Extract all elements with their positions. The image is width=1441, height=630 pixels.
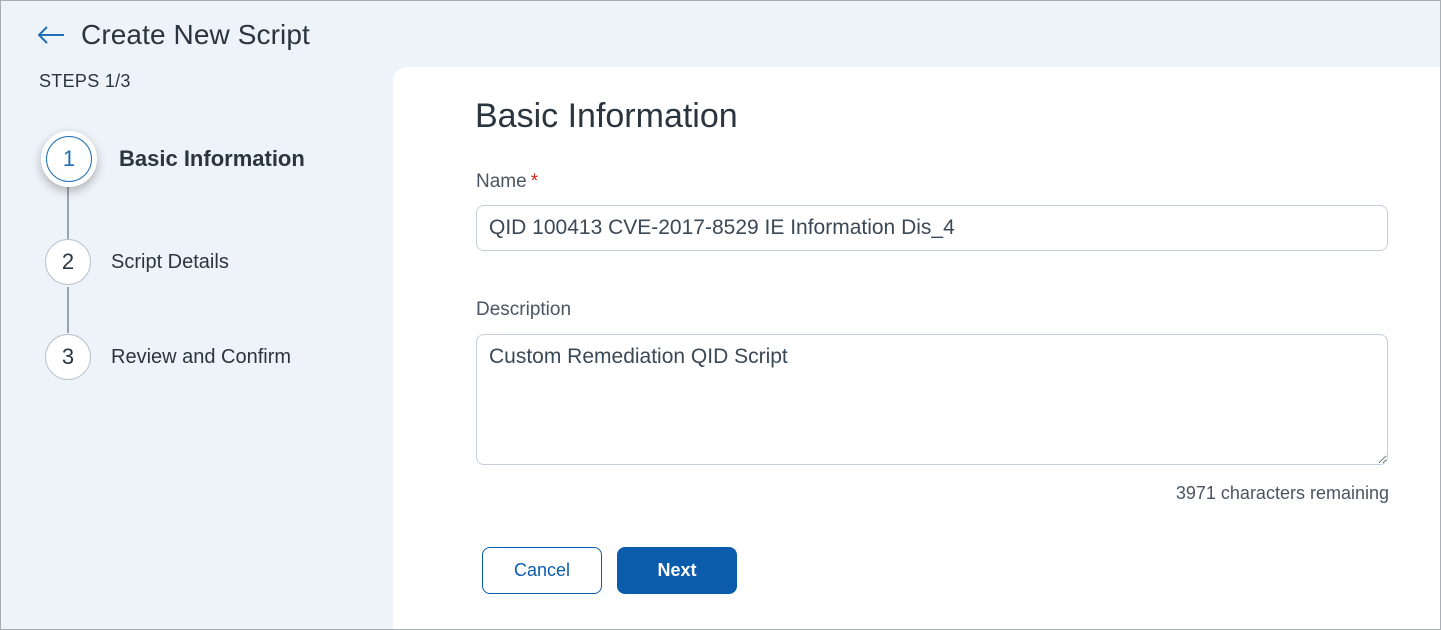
required-marker: * xyxy=(530,171,539,192)
name-input[interactable] xyxy=(476,205,1388,251)
step-script-details[interactable]: 2 Script Details xyxy=(40,239,229,285)
steps-progress-label: STEPS 1/3 xyxy=(39,71,131,91)
arrow-left-icon[interactable] xyxy=(35,19,67,51)
step-number-badge: 3 xyxy=(45,334,91,380)
page-header: Create New Script xyxy=(35,15,310,55)
step-connector xyxy=(67,287,69,333)
form-panel: Basic Information Name* Description Cust… xyxy=(393,67,1440,629)
name-label: Name * xyxy=(476,171,539,192)
step-number-badge: 1 xyxy=(41,131,97,187)
step-label: Basic Information xyxy=(119,146,305,171)
step-connector xyxy=(67,185,69,239)
stepper: 1 Basic Information 2 Script Details 3 R… xyxy=(39,129,379,389)
step-label: Review and Confirm xyxy=(111,345,292,368)
cancel-button[interactable]: Cancel xyxy=(482,547,602,594)
section-title: Basic Information xyxy=(475,97,738,135)
page-title: Create New Script xyxy=(81,19,310,50)
app-window: Create New Script STEPS 1/3 1 Basic Info… xyxy=(0,0,1441,630)
step-label: Script Details xyxy=(111,250,229,273)
step-basic-information[interactable]: 1 Basic Information xyxy=(41,131,305,187)
description-textarea[interactable]: Custom Remediation QID Script xyxy=(476,334,1388,465)
step-number-badge: 2 xyxy=(45,239,91,285)
characters-remaining: 3971 characters remaining xyxy=(1175,483,1389,503)
step-review-and-confirm[interactable]: 3 Review and Confirm xyxy=(40,334,291,380)
next-button[interactable]: Next xyxy=(617,547,737,594)
description-label: Description xyxy=(476,299,572,320)
